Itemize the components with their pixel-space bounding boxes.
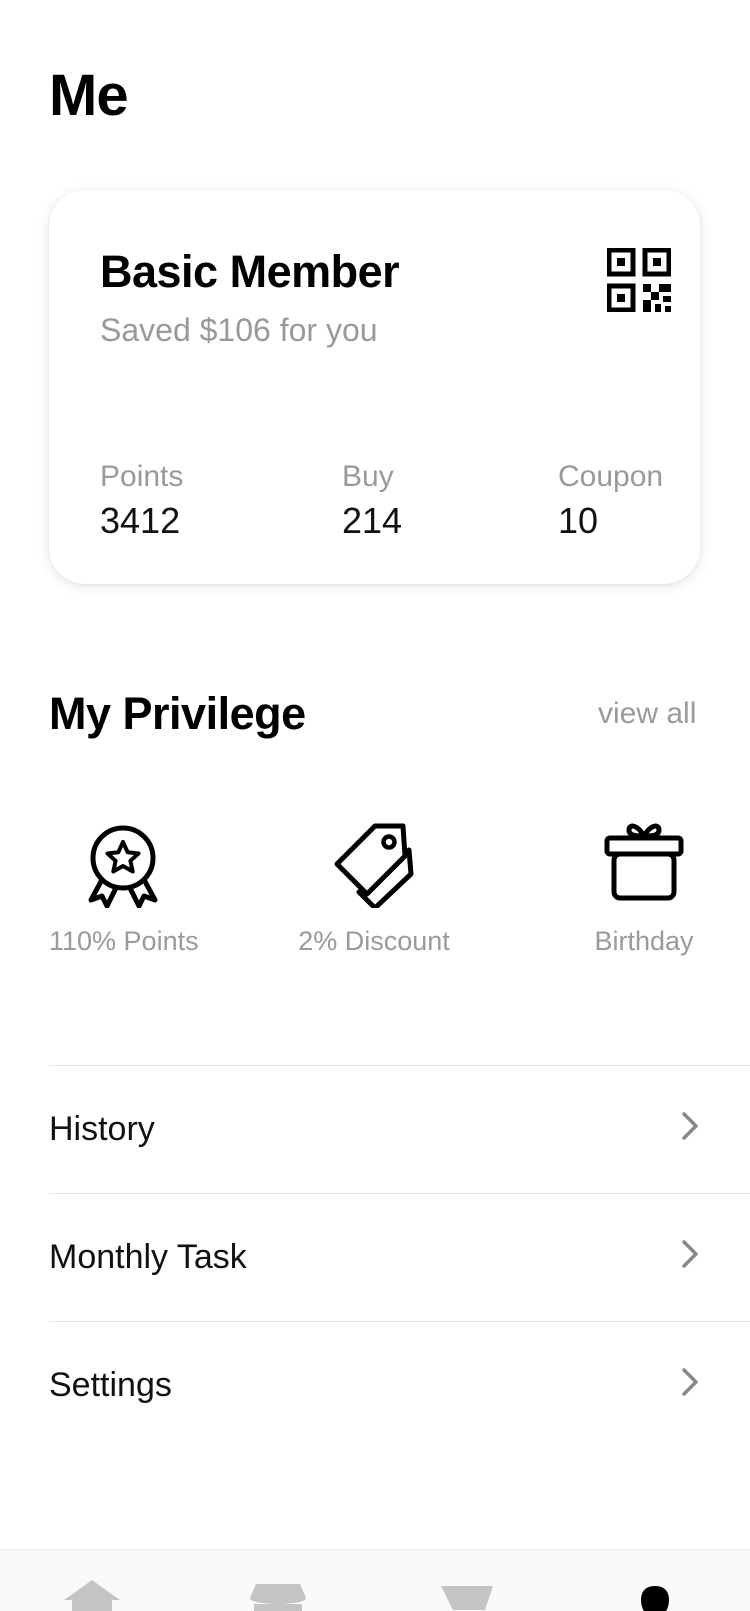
menu-item-history[interactable]: History <box>49 1065 750 1193</box>
chevron-right-icon <box>682 1368 698 1396</box>
privilege-item-discount[interactable]: 2% Discount <box>298 822 450 957</box>
privilege-section-title: My Privilege <box>49 688 306 739</box>
privilege-label: 2% Discount <box>298 926 450 956</box>
award-ribbon-icon <box>88 825 158 908</box>
menu-item-settings[interactable]: Settings <box>49 1321 750 1449</box>
stat-label: Coupon <box>558 460 664 493</box>
stat-label: Buy <box>342 460 394 493</box>
stat-value: 10 <box>558 500 599 541</box>
privilege-label: 110% Points <box>49 926 199 956</box>
menu-label: Settings <box>49 1366 172 1404</box>
menu-label: Monthly Task <box>49 1238 247 1276</box>
menu-item-monthly-task[interactable]: Monthly Task <box>49 1193 750 1321</box>
bottom-tab-bar <box>0 1549 750 1611</box>
stat-buy[interactable]: Buy 214 <box>342 460 402 542</box>
stat-coupon[interactable]: Coupon 10 <box>558 460 663 542</box>
chevron-right-icon <box>682 1112 698 1140</box>
gift-icon <box>604 823 684 901</box>
privilege-label: Birthday <box>594 926 694 956</box>
view-all-link[interactable]: view all <box>598 697 696 731</box>
stat-label: Points <box>100 460 184 493</box>
member-card[interactable]: Basic Member Saved $106 for you Points 3… <box>49 190 700 584</box>
menu-label: History <box>49 1110 155 1148</box>
qr-code-icon[interactable] <box>607 248 671 312</box>
store-icon[interactable] <box>248 1580 308 1611</box>
member-savings: Saved $106 for you <box>100 312 378 348</box>
stat-value: 214 <box>342 500 403 541</box>
member-tier: Basic Member <box>100 246 400 297</box>
privilege-item-points[interactable]: 110% Points <box>49 822 199 957</box>
chevron-right-icon <box>682 1240 698 1268</box>
stat-value: 3412 <box>100 500 181 541</box>
price-tag-icon <box>334 823 414 908</box>
privilege-item-birthday[interactable]: Birthday <box>592 822 696 957</box>
cart-icon[interactable] <box>437 1580 497 1611</box>
stat-points[interactable]: Points 3412 <box>100 460 183 542</box>
profile-icon[interactable] <box>625 1580 685 1611</box>
home-icon[interactable] <box>62 1580 122 1611</box>
page-title: Me <box>49 63 129 128</box>
